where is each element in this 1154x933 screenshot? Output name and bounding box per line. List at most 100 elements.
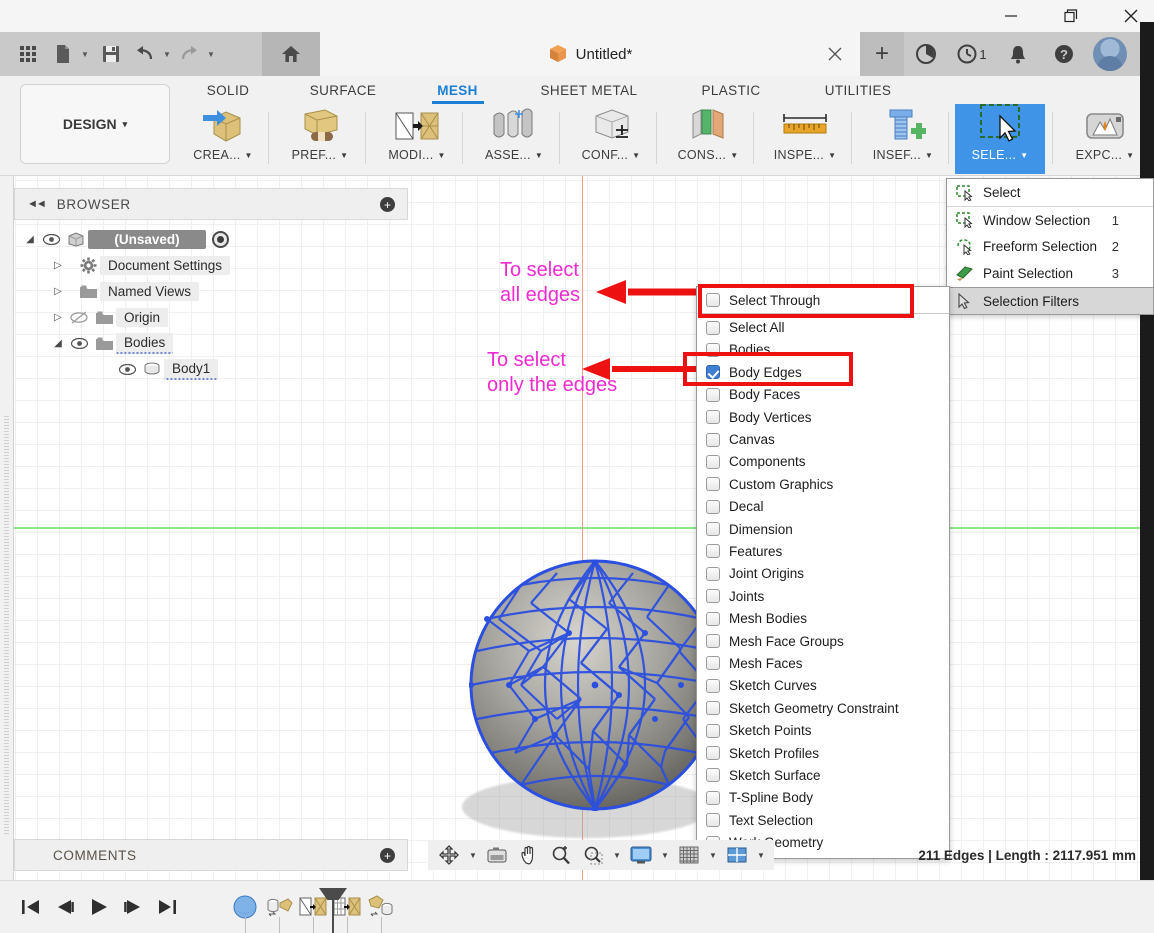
- tree-item-document-settings[interactable]: ▷ Document Settings: [14, 252, 408, 278]
- tree-item-body1[interactable]: Body1: [14, 356, 408, 382]
- zoom-window-caret-icon[interactable]: ▼: [610, 840, 624, 870]
- go-to-start-icon[interactable]: [14, 881, 48, 933]
- jobs-button[interactable]: 1: [950, 32, 994, 76]
- filter-row-dimension[interactable]: Dimension: [697, 518, 949, 540]
- browser-options-icon[interactable]: +: [380, 197, 395, 212]
- checkbox-sketch-surface[interactable]: [706, 768, 720, 783]
- tree-item-unsaved[interactable]: ◢ (Unsaved): [14, 226, 408, 252]
- menu-item-freeform-selection[interactable]: Freeform Selection 2: [947, 233, 1153, 260]
- display-settings-icon[interactable]: [626, 840, 656, 870]
- account-button[interactable]: [1088, 32, 1132, 76]
- filter-row-t-spline-body[interactable]: T-Spline Body: [697, 787, 949, 809]
- checkbox-sketch-points[interactable]: [706, 723, 720, 738]
- checkbox-features[interactable]: [706, 544, 720, 559]
- ribbon-panel-create[interactable]: CREA... ▼: [178, 104, 268, 174]
- ribbon-panel-prepare[interactable]: PREF... ▼: [275, 104, 365, 174]
- ribbon-panel-insert[interactable]: INSEF... ▼: [858, 104, 948, 174]
- expand-twist-icon[interactable]: ◢: [22, 234, 38, 245]
- display-settings-caret-icon[interactable]: ▼: [658, 840, 672, 870]
- play-icon[interactable]: [82, 881, 116, 933]
- checkbox-sketch-profiles[interactable]: [706, 746, 720, 760]
- filter-row-decal[interactable]: Decal: [697, 496, 949, 518]
- filter-row-joint-origins[interactable]: Joint Origins: [697, 563, 949, 585]
- filter-row-sketch-geometry-constraint[interactable]: Sketch Geometry Constraint: [697, 697, 949, 719]
- minimize-icon[interactable]: [988, 0, 1034, 32]
- viewports-caret-icon[interactable]: ▼: [754, 840, 768, 870]
- notifications-button[interactable]: [996, 32, 1040, 76]
- ribbon-panel-configure[interactable]: CONF... ▼: [566, 104, 656, 174]
- orbit-icon[interactable]: [434, 840, 464, 870]
- ribbon-panel-inspect[interactable]: INSPE... ▼: [760, 104, 850, 174]
- filter-row-sketch-surface[interactable]: Sketch Surface: [697, 764, 949, 786]
- ribbon-panel-export[interactable]: EXPC... ▼: [1060, 104, 1150, 174]
- close-tab-icon[interactable]: [824, 43, 846, 65]
- timeline-feature-extrude[interactable]: [262, 881, 296, 933]
- checkbox-sketch-curves[interactable]: [706, 678, 720, 693]
- checkbox-text-selection[interactable]: [706, 813, 720, 828]
- scroll-track[interactable]: [4, 416, 9, 836]
- save-icon[interactable]: [92, 32, 130, 76]
- timeline-feature-sphere[interactable]: [228, 881, 262, 933]
- collapse-icon[interactable]: ◄◄: [27, 198, 47, 210]
- tab-utilities[interactable]: UTILITIES: [812, 76, 904, 104]
- new-document-caret-icon[interactable]: ▼: [78, 32, 92, 76]
- undo-icon[interactable]: [130, 32, 160, 76]
- checkbox-custom-graphics[interactable]: [706, 477, 720, 492]
- ribbon-panel-modify[interactable]: MODI... ▼: [372, 104, 462, 174]
- ribbon-panel-assemble[interactable]: ASSE... ▼: [469, 104, 559, 174]
- checkbox-body-vertices[interactable]: [706, 410, 720, 425]
- filter-row-sketch-profiles[interactable]: Sketch Profiles: [697, 742, 949, 764]
- visibility-eye-icon[interactable]: [38, 233, 64, 245]
- undo-caret-icon[interactable]: ▼: [160, 32, 174, 76]
- filter-row-select-all[interactable]: Select All: [697, 316, 949, 338]
- timeline-marker[interactable]: [332, 888, 334, 933]
- go-to-end-icon[interactable]: [150, 881, 184, 933]
- checkbox-sketch-geometry-constraint[interactable]: [706, 701, 720, 716]
- pan-icon[interactable]: [514, 840, 544, 870]
- filter-row-mesh-face-groups[interactable]: Mesh Face Groups: [697, 630, 949, 652]
- design-workspace-button[interactable]: DESIGN ▾: [20, 84, 170, 164]
- filter-row-joints[interactable]: Joints: [697, 585, 949, 607]
- tab-surface[interactable]: SURFACE: [303, 76, 383, 104]
- tab-plastic[interactable]: PLASTIC: [692, 76, 770, 104]
- visibility-eye-off-icon[interactable]: [66, 310, 92, 324]
- comments-panel[interactable]: COMMENTS +: [14, 839, 408, 871]
- ribbon-panel-select[interactable]: SELE... ▼: [955, 104, 1045, 174]
- grid-snaps-icon[interactable]: [674, 840, 704, 870]
- grid-snaps-caret-icon[interactable]: ▼: [706, 840, 720, 870]
- tree-item-named-views[interactable]: ▷ Named Views: [14, 278, 408, 304]
- checkbox-dimension[interactable]: [706, 522, 720, 537]
- filter-row-mesh-faces[interactable]: Mesh Faces: [697, 652, 949, 674]
- restore-icon[interactable]: [1048, 0, 1094, 32]
- new-document-icon[interactable]: [48, 32, 78, 76]
- zoom-window-icon[interactable]: [578, 840, 608, 870]
- add-comment-icon[interactable]: +: [380, 848, 395, 863]
- menu-item-select[interactable]: Select: [947, 179, 1153, 206]
- filter-row-body-faces[interactable]: Body Faces: [697, 384, 949, 406]
- menu-item-selection-filters[interactable]: Selection Filters: [947, 287, 1153, 314]
- filter-row-mesh-bodies[interactable]: Mesh Bodies: [697, 607, 949, 629]
- timeline-feature-combine[interactable]: [364, 881, 398, 933]
- menu-item-paint-selection[interactable]: Paint Selection 3: [947, 260, 1153, 287]
- expand-twist-icon[interactable]: ▷: [50, 286, 66, 297]
- tab-mesh[interactable]: MESH: [430, 76, 485, 104]
- orbit-caret-icon[interactable]: ▼: [466, 840, 480, 870]
- tree-item-origin[interactable]: ▷ Origin: [14, 304, 408, 330]
- home-button[interactable]: [262, 32, 320, 76]
- filter-row-features[interactable]: Features: [697, 540, 949, 562]
- checkbox-mesh-faces[interactable]: [706, 656, 720, 671]
- app-grid-icon[interactable]: [10, 32, 48, 76]
- filter-row-components[interactable]: Components: [697, 451, 949, 473]
- activate-radio[interactable]: [212, 230, 229, 248]
- checkbox-mesh-bodies[interactable]: [706, 611, 720, 626]
- checkbox-t-spline-body[interactable]: [706, 790, 720, 805]
- zoom-icon[interactable]: [546, 840, 576, 870]
- ribbon-panel-construct[interactable]: CONS... ▼: [663, 104, 753, 174]
- checkbox-joints[interactable]: [706, 589, 720, 604]
- visibility-eye-icon[interactable]: [114, 363, 140, 375]
- filter-row-sketch-curves[interactable]: Sketch Curves: [697, 675, 949, 697]
- browser-header[interactable]: ◄◄ BROWSER +: [14, 188, 408, 220]
- checkbox-joint-origins[interactable]: [706, 566, 720, 581]
- redo-icon[interactable]: [174, 32, 204, 76]
- filter-row-text-selection[interactable]: Text Selection: [697, 809, 949, 831]
